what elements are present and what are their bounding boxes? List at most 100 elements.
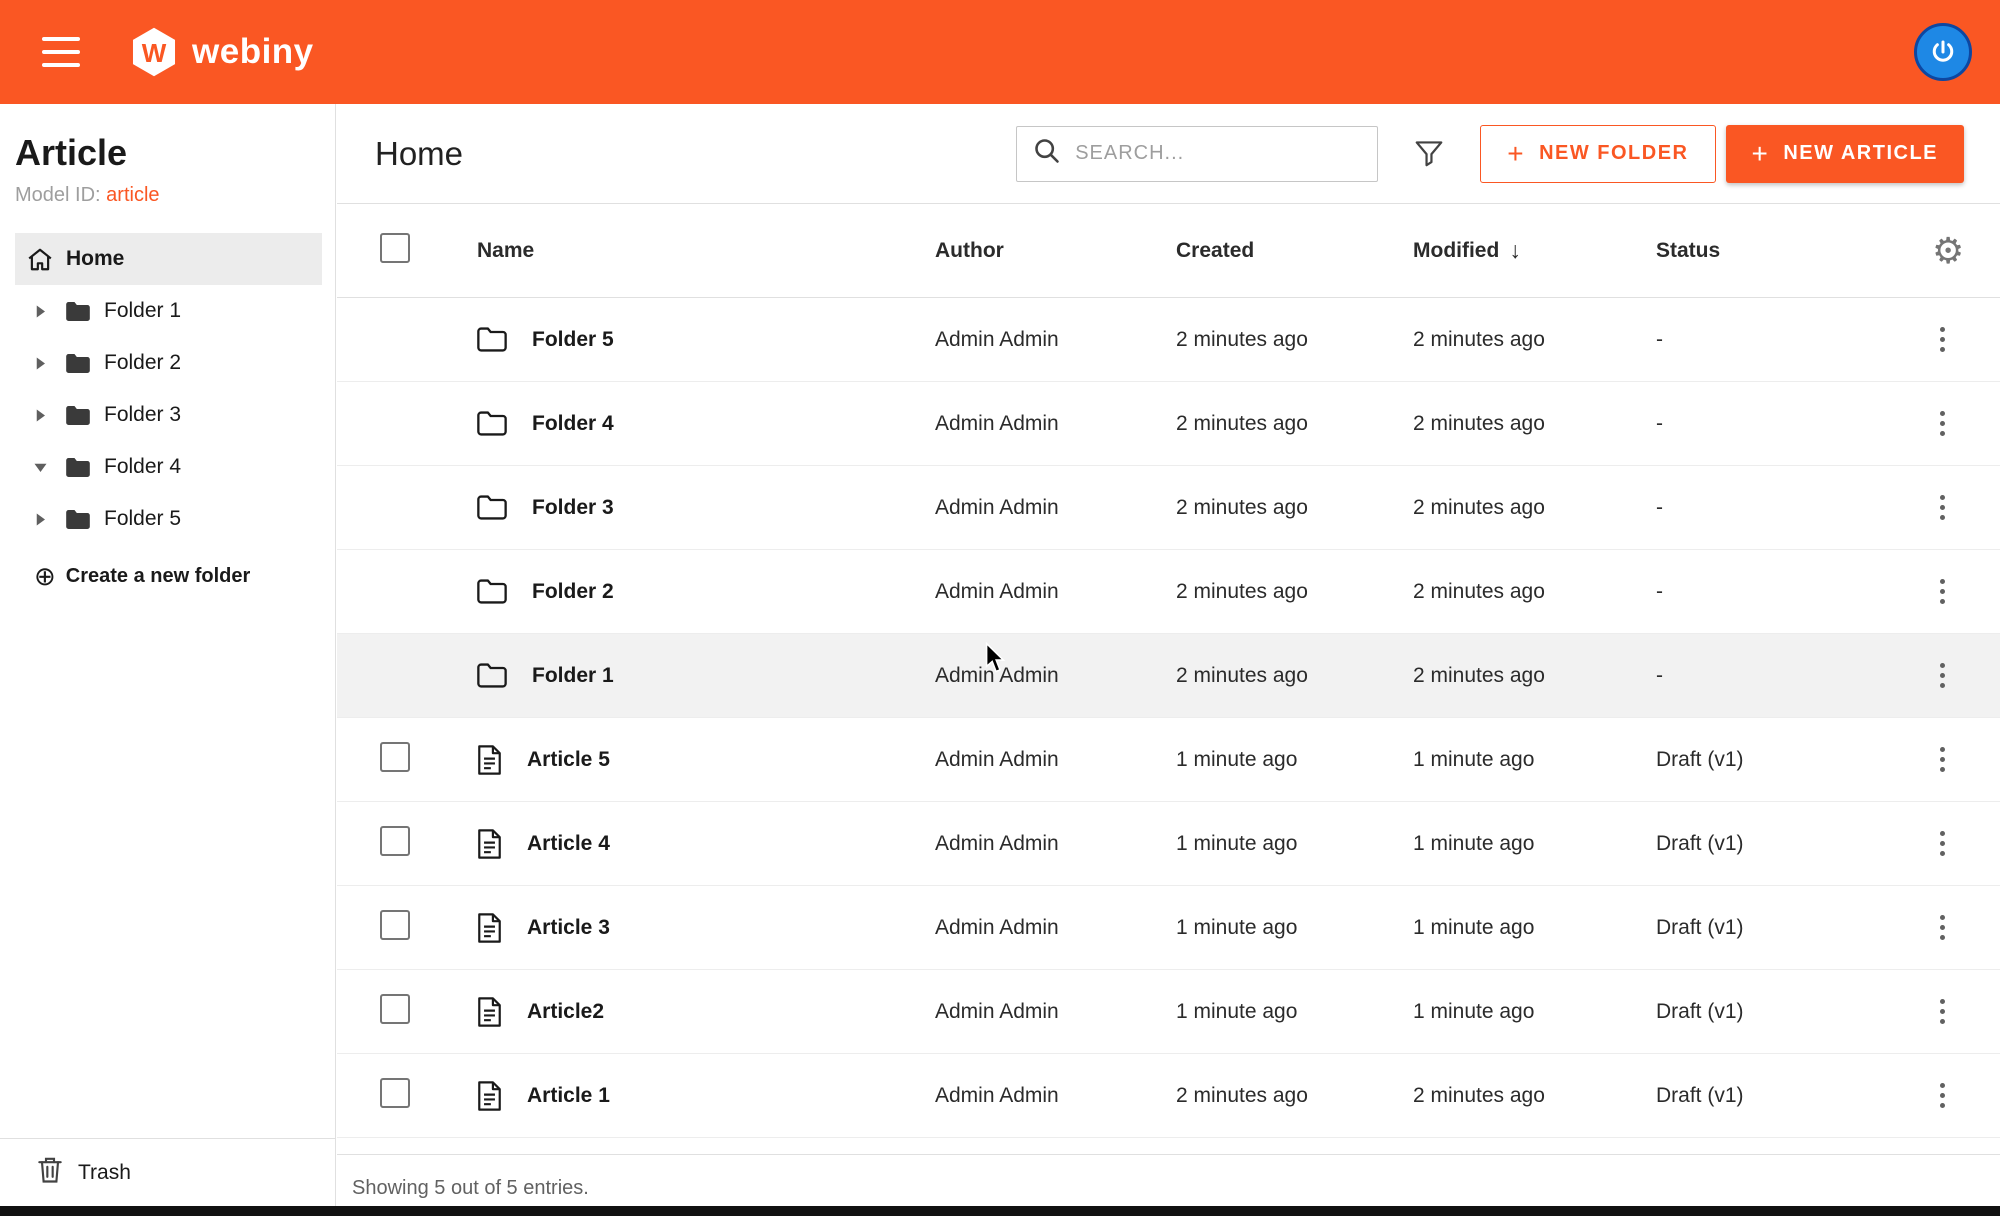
row-created: 2 minutes ago xyxy=(1176,1084,1413,1108)
sidebar-item-folder-3[interactable]: Folder 3 xyxy=(15,389,322,441)
row-name[interactable]: Article 3 xyxy=(527,916,610,940)
sidebar-item-folder-5[interactable]: Folder 5 xyxy=(15,493,322,545)
model-title: Article xyxy=(15,132,335,174)
folder-icon xyxy=(477,663,507,688)
row-created: 2 minutes ago xyxy=(1176,496,1413,520)
row-created: 2 minutes ago xyxy=(1176,664,1413,688)
row-status: Draft (v1) xyxy=(1656,832,1916,856)
table-row-article-1[interactable]: Article 1 Admin Admin 2 minutes ago 2 mi… xyxy=(337,1054,2000,1138)
row-name[interactable]: Folder 1 xyxy=(532,664,614,688)
folder-icon xyxy=(65,300,91,323)
row-checkbox[interactable] xyxy=(380,1078,410,1108)
row-name[interactable]: Article 1 xyxy=(527,1084,610,1108)
filter-button[interactable] xyxy=(1414,140,1444,167)
funnel-icon xyxy=(1414,140,1444,167)
table-settings-gear-icon[interactable]: ⚙ xyxy=(1932,233,1964,269)
row-menu-button[interactable] xyxy=(1932,487,1953,528)
caret-right-icon[interactable] xyxy=(27,512,53,527)
folder-label: Folder 3 xyxy=(104,403,181,427)
row-checkbox[interactable] xyxy=(380,826,410,856)
caret-right-icon[interactable] xyxy=(27,356,53,371)
sidebar-item-folder-4[interactable]: Folder 4 xyxy=(15,441,322,493)
row-name[interactable]: Folder 4 xyxy=(532,412,614,436)
table-row-folder-1[interactable]: Folder 1 Admin Admin 2 minutes ago 2 min… xyxy=(337,634,2000,718)
row-status: Draft (v1) xyxy=(1656,916,1916,940)
table-row-folder-3[interactable]: Folder 3 Admin Admin 2 minutes ago 2 min… xyxy=(337,466,2000,550)
sidebar-item-home[interactable]: Home xyxy=(15,233,322,285)
row-menu-button[interactable] xyxy=(1932,823,1953,864)
row-checkbox[interactable] xyxy=(380,910,410,940)
row-created: 2 minutes ago xyxy=(1176,328,1413,352)
create-folder-button[interactable]: ⊕ Create a new folder xyxy=(34,551,322,601)
row-name[interactable]: Folder 3 xyxy=(532,496,614,520)
column-header-modified[interactable]: Modified ↓ xyxy=(1413,237,1656,264)
caret-down-icon[interactable] xyxy=(27,460,53,475)
model-id-value[interactable]: article xyxy=(106,184,159,206)
row-name[interactable]: Article 4 xyxy=(527,832,610,856)
folder-tree: Home Folder 1 Folder 2 Folder 3 Folder 4… xyxy=(0,233,335,545)
row-name[interactable]: Article 5 xyxy=(527,748,610,772)
brand-wordmark: webiny xyxy=(192,32,314,72)
row-menu-button[interactable] xyxy=(1932,991,1953,1032)
search-box xyxy=(1016,126,1378,182)
table-row-article-4[interactable]: Article 4 Admin Admin 1 minute ago 1 min… xyxy=(337,802,2000,886)
row-author: Admin Admin xyxy=(935,1000,1176,1024)
row-created: 2 minutes ago xyxy=(1176,580,1413,604)
row-menu-button[interactable] xyxy=(1932,403,1953,444)
new-article-button[interactable]: + NEW ARTICLE xyxy=(1726,125,1965,183)
row-menu-button[interactable] xyxy=(1932,739,1953,780)
caret-right-icon[interactable] xyxy=(27,304,53,319)
row-menu-button[interactable] xyxy=(1932,571,1953,612)
row-menu-button[interactable] xyxy=(1932,1075,1953,1116)
row-name[interactable]: Folder 5 xyxy=(532,328,614,352)
row-status: - xyxy=(1656,328,1916,352)
row-status: Draft (v1) xyxy=(1656,748,1916,772)
row-created: 1 minute ago xyxy=(1176,748,1413,772)
row-checkbox[interactable] xyxy=(380,994,410,1024)
table-row-article2[interactable]: Article2 Admin Admin 1 minute ago 1 minu… xyxy=(337,970,2000,1054)
entries-count: Showing 5 out of 5 entries. xyxy=(337,1154,2000,1200)
row-modified: 1 minute ago xyxy=(1413,832,1656,856)
column-header-author[interactable]: Author xyxy=(935,239,1176,263)
folder-icon xyxy=(65,404,91,427)
table-row-article-5[interactable]: Article 5 Admin Admin 1 minute ago 1 min… xyxy=(337,718,2000,802)
plus-icon: + xyxy=(1507,140,1525,168)
row-author: Admin Admin xyxy=(935,328,1176,352)
row-name[interactable]: Article2 xyxy=(527,1000,604,1024)
table-row-article-3[interactable]: Article 3 Admin Admin 1 minute ago 1 min… xyxy=(337,886,2000,970)
row-author: Admin Admin xyxy=(935,580,1176,604)
row-menu-button[interactable] xyxy=(1932,907,1953,948)
webiny-logo[interactable]: W webiny xyxy=(128,26,314,78)
search-input[interactable] xyxy=(1075,142,1361,165)
column-header-status[interactable]: Status xyxy=(1656,239,1916,263)
folder-icon xyxy=(65,456,91,479)
row-checkbox[interactable] xyxy=(380,742,410,772)
row-author: Admin Admin xyxy=(935,1084,1176,1108)
new-folder-button[interactable]: + NEW FOLDER xyxy=(1480,125,1715,183)
table-row-folder-2[interactable]: Folder 2 Admin Admin 2 minutes ago 2 min… xyxy=(337,550,2000,634)
table-row-folder-5[interactable]: Folder 5 Admin Admin 2 minutes ago 2 min… xyxy=(337,298,2000,382)
trash-icon xyxy=(38,1156,62,1189)
menu-button[interactable] xyxy=(42,37,80,67)
row-name[interactable]: Folder 2 xyxy=(532,580,614,604)
row-modified: 1 minute ago xyxy=(1413,916,1656,940)
row-author: Admin Admin xyxy=(935,664,1176,688)
trash-button[interactable]: Trash xyxy=(38,1156,131,1189)
column-header-name[interactable]: Name xyxy=(477,239,935,263)
select-all-checkbox[interactable] xyxy=(380,233,410,263)
sidebar-item-folder-1[interactable]: Folder 1 xyxy=(15,285,322,337)
row-created: 1 minute ago xyxy=(1176,1000,1413,1024)
caret-right-icon[interactable] xyxy=(27,408,53,423)
sidebar-item-folder-2[interactable]: Folder 2 xyxy=(15,337,322,389)
topbar: W webiny xyxy=(0,0,2000,104)
folder-icon xyxy=(477,495,507,520)
table-row-folder-4[interactable]: Folder 4 Admin Admin 2 minutes ago 2 min… xyxy=(337,382,2000,466)
user-avatar-button[interactable] xyxy=(1914,23,1972,81)
row-menu-button[interactable] xyxy=(1932,319,1953,360)
row-status: Draft (v1) xyxy=(1656,1000,1916,1024)
row-modified: 2 minutes ago xyxy=(1413,496,1656,520)
row-menu-button[interactable] xyxy=(1932,655,1953,696)
plus-icon: + xyxy=(1752,140,1770,168)
column-header-created[interactable]: Created xyxy=(1176,239,1413,263)
row-author: Admin Admin xyxy=(935,412,1176,436)
